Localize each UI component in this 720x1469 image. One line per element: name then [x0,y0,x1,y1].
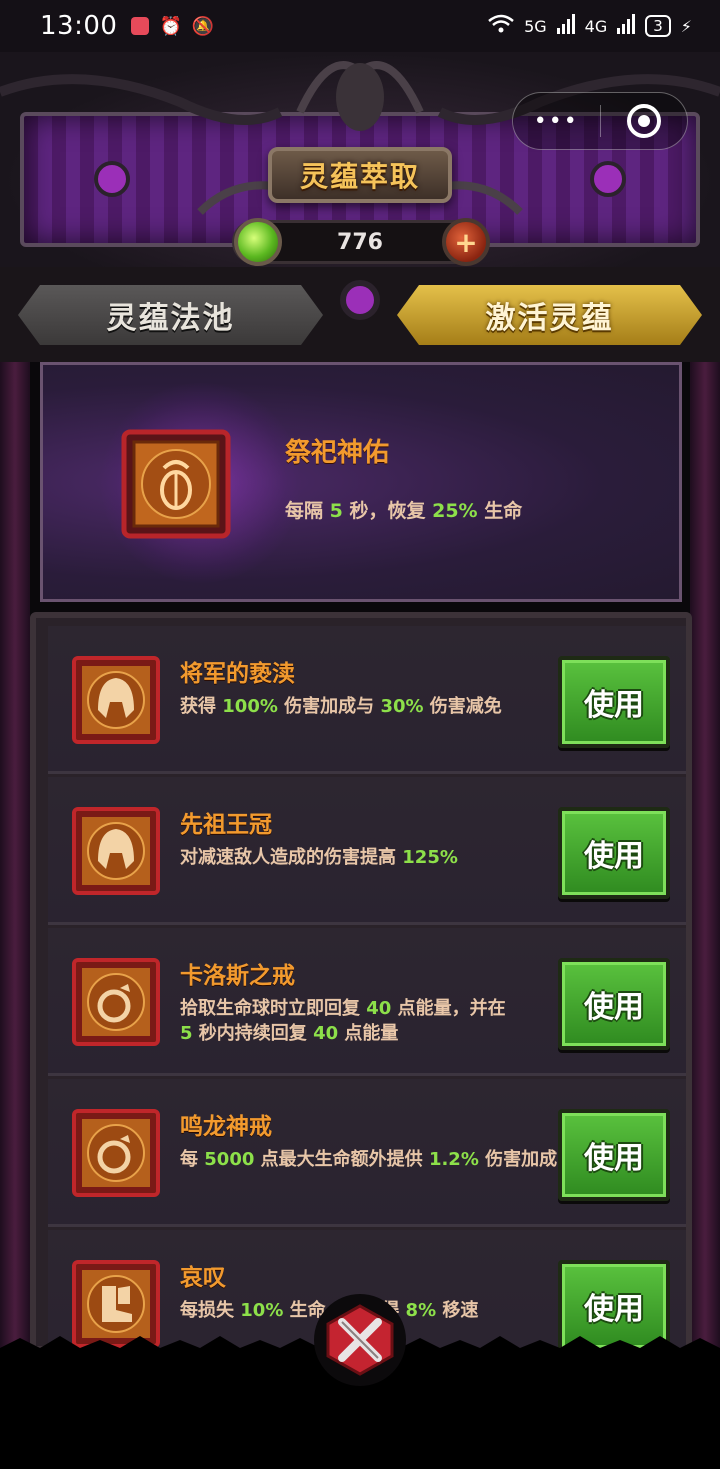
status-time: 13:00 [40,11,118,41]
use-button[interactable]: 使用 [558,807,670,899]
close-miniprogram-button[interactable] [601,104,688,138]
ring-icon [72,1109,160,1197]
charging-icon: ⚡ [680,16,692,36]
add-currency-button[interactable]: + [442,218,490,266]
mute-icon: 🔕 [191,15,215,37]
item-name: 鸣龙神戒 [180,1114,272,1140]
page-title-plaque: 灵蕴萃取 [268,147,452,203]
signal-bars-icon [617,14,636,38]
item-desc: 对减速敌人造成的伤害提高 125% [180,847,458,868]
currency-value: 776 [337,229,383,255]
signal-5g-label: 5G [524,16,547,36]
spirit-list: 将军的亵渎 获得 100% 伤害加成与 30% 伤害减免 使用 先祖王冠 对减速… [30,612,692,1378]
left-pillar [0,362,30,1362]
close-button[interactable] [314,1294,406,1386]
miniprogram-capsule: ••• [512,92,688,150]
close-icon [326,1304,394,1376]
item-desc: 拾取生命球时立即回复 40 点能量，并在 5 秒内持续回复 40 点能量 [180,998,506,1044]
more-menu-button[interactable]: ••• [513,109,600,134]
battery-level: 3 [645,15,671,37]
page-title: 灵蕴萃取 [299,160,420,193]
app-notification-icon [131,17,150,35]
purple-gem-icon [340,280,380,320]
status-right: 5G 4G 3 ⚡ [488,14,692,38]
alarm-icon: ⏰ [159,15,182,37]
featured-spirit-desc: 每隔 5 秒，恢复 25% 生命 [285,500,523,522]
green-gem-icon [234,218,282,266]
tab-spirit-pool[interactable]: 灵蕴法池 [18,285,323,345]
status-bar: 13:00 ⏰ 🔕 5G 4G 3 ⚡ [0,0,720,52]
header-frame: ••• 灵蕴萃取 776 + [0,52,720,267]
use-button[interactable]: 使用 [558,1109,670,1201]
signal-4g-label: 4G [584,16,608,36]
item-desc: 获得 100% 伤害加成与 30% 伤害减免 [180,696,502,717]
wifi-icon [488,14,514,38]
item-desc: 每 5000 点最大生命额外提供 1.2% 伤害加成 [180,1149,558,1170]
list-item: 先祖王冠 对减速敌人造成的伤害提高 125% 使用 [48,777,686,925]
notification-icons: ⏰ 🔕 [131,16,214,37]
tab-activate-spirit[interactable]: 激活灵蕴 [397,285,702,345]
list-item: 将军的亵渎 获得 100% 伤害加成与 30% 伤害减免 使用 [48,626,686,774]
signal-bars-icon [556,14,575,38]
spartan-helmet-icon [72,807,160,895]
list-item: 鸣龙神戒 每 5000 点最大生命额外提供 1.2% 伤害加成 使用 [48,1079,686,1227]
item-name: 卡洛斯之戒 [180,963,295,989]
use-button[interactable]: 使用 [558,958,670,1050]
featured-spirit-name: 祭祀神佑 [285,438,390,468]
list-item: 卡洛斯之戒 拾取生命球时立即回复 40 点能量，并在 5 秒内持续回复 40 点能… [48,928,686,1076]
ring-icon [72,958,160,1046]
target-icon [626,104,661,138]
item-name: 哀叹 [180,1265,226,1291]
spartan-helmet-icon [72,656,160,744]
use-button[interactable]: 使用 [558,656,670,748]
right-pillar [690,362,720,1362]
item-name: 先祖王冠 [180,812,272,838]
scarab-amulet-icon [121,429,231,539]
item-name: 将军的亵渎 [180,661,295,687]
